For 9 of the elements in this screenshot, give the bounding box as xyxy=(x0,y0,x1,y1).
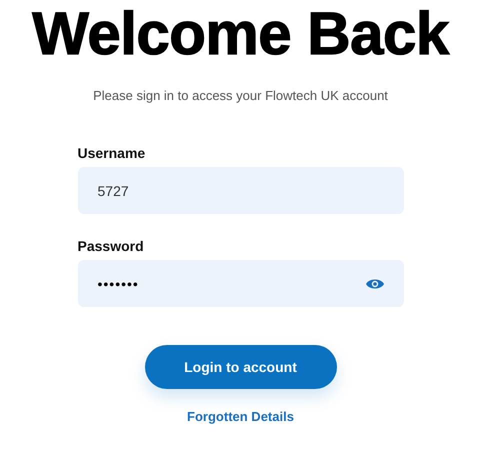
password-field[interactable]: ••••••• xyxy=(78,260,404,307)
page-title: Welcome Back xyxy=(32,4,449,64)
forgotten-details-link[interactable]: Forgotten Details xyxy=(187,409,294,424)
login-button[interactable]: Login to account xyxy=(144,345,336,389)
field-label: Username xyxy=(78,145,146,161)
eye-icon[interactable] xyxy=(366,278,384,290)
subtitle: Please sign in to access your Flowtech UK account xyxy=(93,88,388,103)
field-label: Password xyxy=(78,238,145,254)
username-field[interactable]: 5727 xyxy=(78,167,404,214)
